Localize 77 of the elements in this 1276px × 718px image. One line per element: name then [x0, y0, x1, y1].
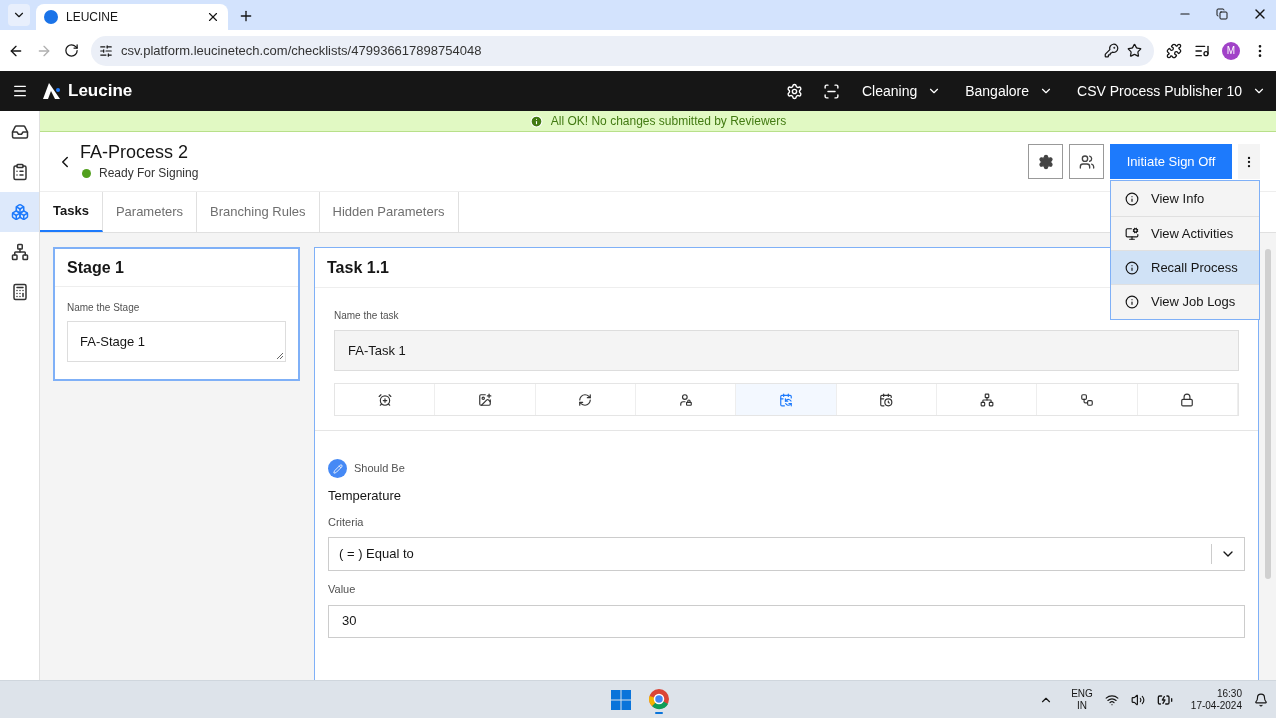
menu-item[interactable]: View Info — [1111, 182, 1259, 216]
image-icon — [478, 392, 492, 407]
process-title: FA-Process 2 — [80, 141, 190, 163]
hierarchy-icon — [10, 243, 29, 261]
bookmark-icon[interactable] — [1127, 43, 1142, 58]
collaborators-button[interactable] — [1069, 144, 1104, 179]
alarm-icon — [377, 392, 392, 407]
tab[interactable]: Branching Rules — [197, 192, 320, 232]
site-settings-icon[interactable] — [99, 43, 113, 58]
info-icon — [1125, 294, 1139, 309]
notifications-icon[interactable] — [1254, 692, 1268, 707]
field-label: Name the Stage — [67, 301, 141, 315]
tab-title: LEUCINE — [66, 9, 119, 26]
tab[interactable]: Tasks — [40, 192, 103, 232]
site-logo-icon — [44, 10, 58, 24]
resize-handle-icon[interactable] — [277, 353, 283, 359]
parameter-name: Temperature — [328, 487, 402, 505]
menu-item[interactable]: View Job Logs — [1111, 284, 1259, 318]
info-icon — [529, 114, 543, 128]
refresh-icon — [578, 392, 593, 407]
region-indicator[interactable]: IN — [1077, 699, 1087, 712]
volume-icon[interactable] — [1130, 692, 1145, 707]
scan-icon[interactable] — [822, 82, 840, 100]
leucine-logo-icon — [42, 82, 62, 100]
brand-name: Leucine — [68, 80, 133, 103]
close-icon[interactable] — [206, 10, 220, 24]
field-label: Name the task — [334, 309, 400, 323]
calculator-icon — [10, 283, 29, 301]
parameter-type-icon — [328, 459, 347, 478]
tab-list-button[interactable] — [8, 4, 30, 26]
value-field[interactable]: 30 — [328, 604, 1245, 638]
calendar-clock-icon — [879, 392, 894, 407]
monitor-icon — [1125, 226, 1139, 241]
address-bar[interactable]: csv.platform.leucinetech.com/checklists/479936617898754048 — [91, 35, 1154, 66]
new-tab-icon[interactable] — [238, 8, 254, 24]
criteria-select[interactable]: ( = ) Equal to — [328, 537, 1245, 571]
clipboard-icon — [10, 163, 29, 181]
wifi-icon[interactable] — [1104, 692, 1119, 707]
header-dropdown[interactable]: CSV Process Publisher 10 — [1077, 80, 1266, 102]
stage-title: Stage 1 — [67, 257, 124, 278]
extensions-icon[interactable] — [1166, 42, 1182, 59]
workflow-icon — [1079, 392, 1094, 407]
settings-button[interactable] — [1028, 144, 1063, 179]
parameter-type: Should Be — [354, 461, 405, 477]
menu-icon[interactable] — [12, 83, 28, 99]
blocks-icon — [10, 203, 29, 221]
inbox-icon — [10, 123, 29, 141]
header-dropdown[interactable]: Cleaning — [861, 80, 942, 102]
profile-avatar[interactable]: M — [1222, 41, 1240, 60]
user-lock-icon — [678, 392, 693, 407]
hierarchy-icon — [979, 392, 994, 407]
info-icon — [1125, 192, 1139, 206]
clock-time[interactable]: 16:30 — [1216, 687, 1242, 700]
lock-icon — [1180, 392, 1195, 407]
key-icon[interactable] — [1104, 43, 1119, 58]
browser-tab[interactable]: LEUCINE — [36, 4, 228, 30]
tab[interactable]: Parameters — [102, 192, 198, 232]
task-title: Task 1.1 — [327, 257, 389, 278]
stage-name-field[interactable]: FA-Stage 1 — [67, 321, 286, 362]
reload-icon[interactable] — [64, 43, 79, 58]
info-icon — [1125, 260, 1139, 275]
menu-item[interactable]: Recall Process — [1111, 250, 1259, 284]
field-label: Criteria — [328, 514, 365, 530]
field-label: Value — [328, 582, 357, 597]
tab[interactable]: Hidden Parameters — [319, 192, 459, 232]
restore-icon[interactable] — [1216, 8, 1228, 20]
initiate-sign-off-button[interactable]: Initiate Sign Off — [1110, 144, 1232, 179]
calendar-sync-icon — [778, 392, 793, 407]
clock-date[interactable]: 17-04-2024 — [1190, 699, 1242, 712]
status-label: Ready For Signing — [99, 165, 199, 182]
scrollbar[interactable] — [1265, 249, 1271, 579]
url-text: csv.platform.leucinetech.com/checklists/479936617898754048 — [121, 41, 483, 60]
header-dropdown[interactable]: Bangalore — [965, 80, 1054, 102]
banner-text: All OK! No changes submitted by Reviewers — [550, 113, 787, 130]
users-icon — [1078, 153, 1095, 170]
task-name-field[interactable]: FA-Task 1 — [334, 330, 1239, 371]
language-indicator[interactable]: ENG — [1071, 687, 1093, 700]
